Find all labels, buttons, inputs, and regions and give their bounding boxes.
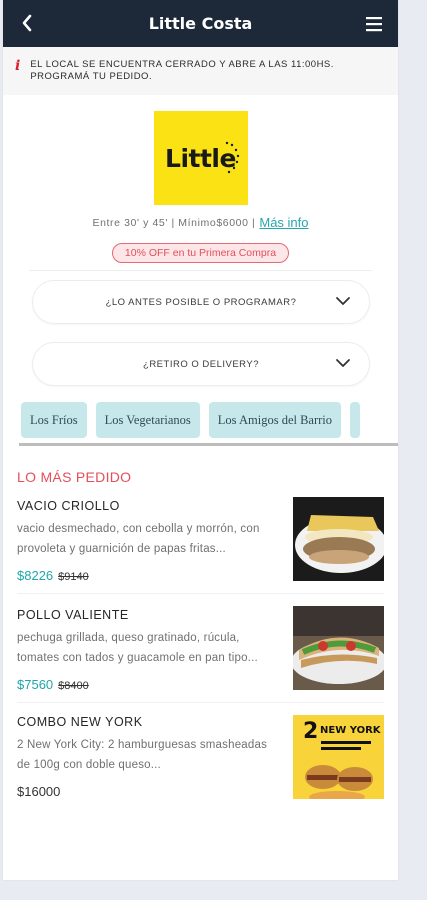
item-photo: 2 NEW YORK [293,715,384,799]
restaurant-logo: Little [153,111,248,205]
app-screen: Little Costa i El local se encuentra cer… [3,0,398,880]
item-photo [293,497,384,581]
restaurant-title: Little Costa [148,14,253,33]
more-info-link[interactable]: Más info [259,215,308,230]
category-tab-frios[interactable]: Los Fríos [21,402,87,438]
chevron-down-icon [336,297,350,305]
item-price: $8226 [17,568,54,583]
promo-badge: 10% OFF en tu Primera Compra [111,243,290,263]
divider [29,270,372,271]
top-bar: Little Costa [3,0,398,47]
category-tab-amigos-del-barrio[interactable]: Los Amigos del Barrio [208,402,342,438]
category-tab-vegetarianos[interactable]: Los Vegetarianos [95,402,200,438]
delivery-mode-dropdown[interactable]: ¿Retiro o delivery? [32,342,370,386]
section-title: Lo más pedido [17,469,132,485]
item-name: Combo New York [17,715,143,729]
menu-item[interactable]: Vacio criollo vacio desmechado, con cebo… [3,485,398,583]
delivery-info: Entre 30' y 45' | Mínimo$6000 | Más info [3,215,398,230]
menu-item[interactable]: Combo New York 2 New York City: 2 hambur… [3,703,398,799]
hamburger-menu-icon[interactable] [363,13,385,35]
closed-notice: i El local se encuentra cerrado y abre a… [3,47,398,95]
menu-item[interactable]: Pollo valiente pechuga grillada, queso g… [3,594,398,692]
delivery-time-minimum: Entre 30' y 45' | Mínimo$6000 | [92,216,256,229]
schedule-dropdown[interactable]: ¿Lo antes posible o programar? [32,280,370,324]
item-photo [293,606,384,690]
item-description: 2 New York City: 2 hamburguesas smashead… [17,739,268,771]
item-description: pechuga grillada, queso gratinado, rúcul… [17,632,258,664]
item-old-price: $9140 [58,571,89,583]
item-old-price: $8400 [58,680,89,692]
logo-dots-icon [225,141,239,174]
category-tab-partial[interactable] [350,402,361,438]
item-price: $7560 [17,677,54,692]
item-price: $16000 [17,784,61,799]
item-name: Pollo valiente [17,608,129,622]
category-tabs: Los Fríos Los Vegetarianos Los Amigos de… [3,402,398,438]
delivery-mode-dropdown-label: ¿Retiro o delivery? [143,358,259,370]
back-arrow-icon[interactable] [16,11,40,35]
item-description: vacio desmechado, con cebolla y morrón, … [17,523,260,555]
category-scrollbar[interactable] [19,443,398,446]
info-icon: i [15,58,21,74]
closed-notice-text: El local se encuentra cerrado y abre a l… [30,59,334,82]
schedule-dropdown-label: ¿Lo antes posible o programar? [105,296,297,308]
chevron-down-icon [336,359,350,367]
item-name: Vacio criollo [17,499,120,513]
